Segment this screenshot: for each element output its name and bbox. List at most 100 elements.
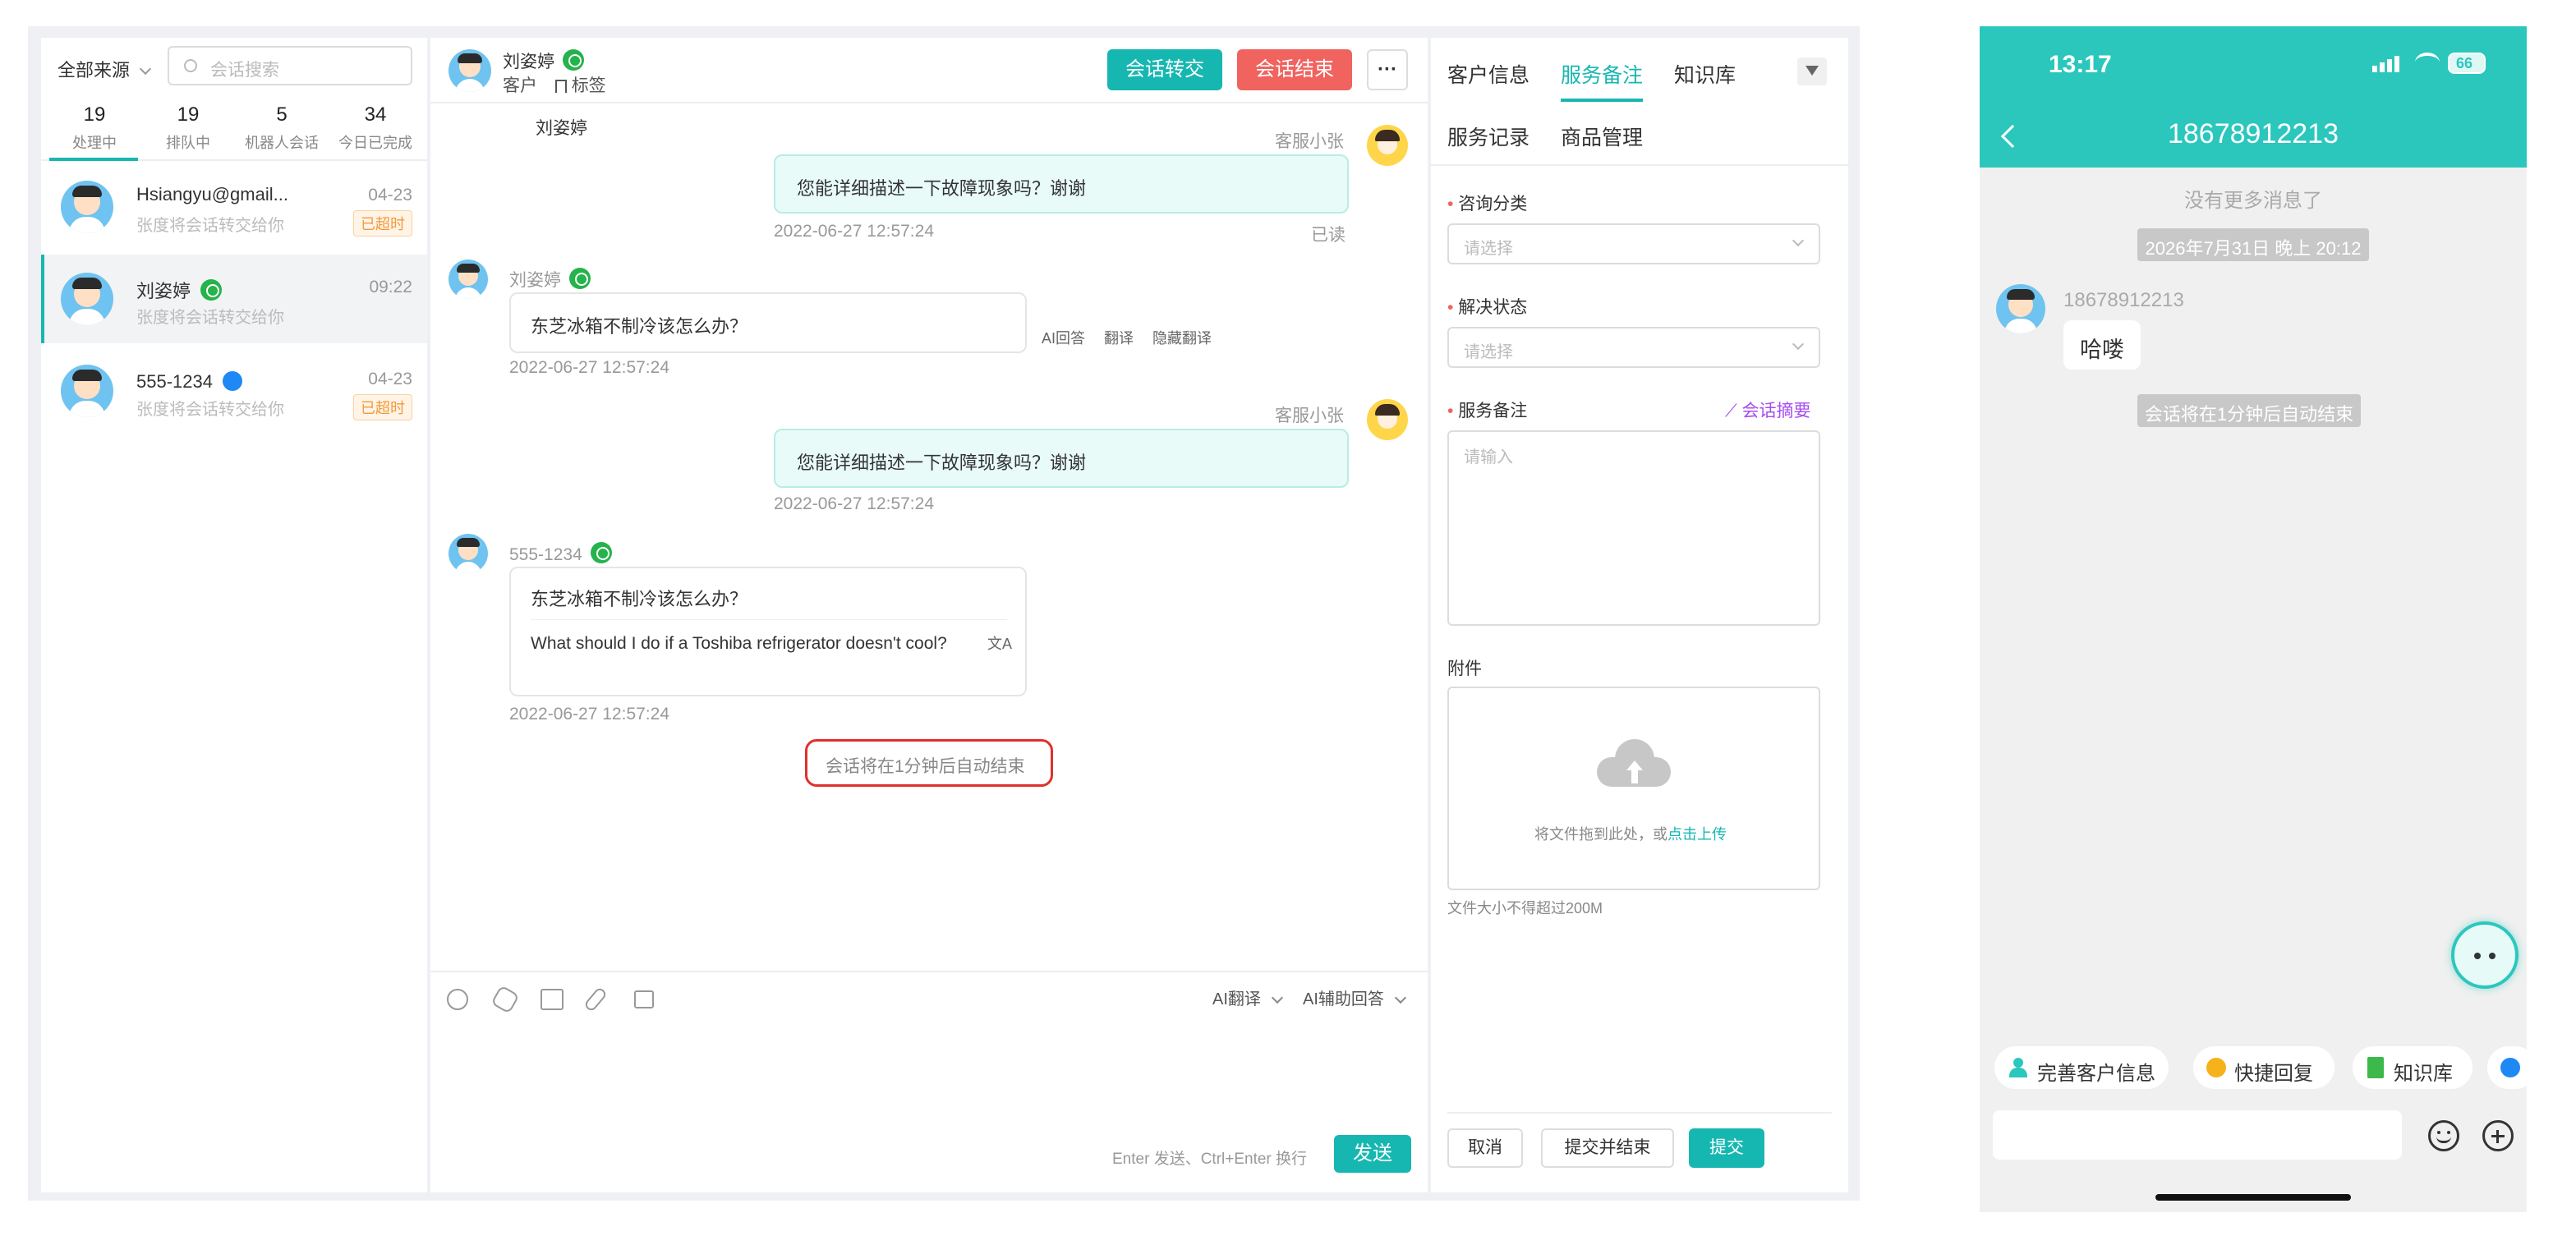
message-time: 2022-06-27 12:57:24 [509,358,669,377]
agent-message-bubble: 您能详细描述一下故障现象吗？谢谢 [774,154,1349,214]
chat-panel: 刘姿婷 客户 标签 会话转交 会话结束 ··· 刘姿婷 客服小张 您能详细描述一… [430,38,1428,1192]
sender-row: 555-1234 [509,539,612,565]
submit-button[interactable]: 提交 [1689,1128,1764,1168]
search-icon [184,59,197,72]
upload-link[interactable]: 点击上传 [1668,826,1727,843]
chat-icon [2206,1058,2226,1077]
status-label: 解决状态 [1458,298,1528,317]
message-input[interactable] [447,1027,1408,1125]
ai-answer-link[interactable]: AI回答 [1042,330,1085,347]
quick-action-knowledge[interactable]: 知识库 [2353,1046,2472,1089]
filter-icon[interactable] [1797,57,1827,85]
tab-customer-info[interactable]: 客户信息 [1447,59,1530,89]
plus-icon[interactable] [2482,1120,2514,1151]
conversation-item[interactable]: 刘姿婷 张度将会话转交给你 09:22 [41,255,427,343]
image-icon[interactable] [540,989,564,1010]
emoji-icon[interactable] [2428,1120,2459,1151]
conversation-name-row: 刘姿婷 [136,276,223,303]
hide-translation-link[interactable]: 隐藏翻译 [1152,330,1212,347]
status-select[interactable]: 请选择 [1447,327,1820,368]
date-chip-text: 2026年7月31日 晚上 20:12 [2145,238,2362,259]
book-icon [2367,1057,2384,1078]
customer-name-row: 刘姿婷 [503,46,584,73]
note-placeholder: 请输入 [1464,448,1513,466]
quick-action-complete-info[interactable]: 完善客户信息 [1994,1046,2169,1089]
sticker-icon[interactable] [490,985,520,1014]
chevron-down-icon [140,62,152,76]
customer-message-bubble: 东芝冰箱不制冷该怎么办？ What should I do if a Toshi… [509,567,1027,696]
mobile-sender-name: 18678912213 [2063,289,2184,311]
active-tab-underline [1561,99,1643,102]
auto-end-text: 会话将在1分钟后自动结束 [826,757,1025,776]
agent-avatar [1367,125,1408,166]
tab-product-management[interactable]: 商品管理 [1561,122,1643,151]
agent-name: 客服小张 [1275,407,1344,425]
emoji-icon[interactable] [447,989,468,1010]
timeout-badge: 已超时 [353,394,412,420]
translated-text: What should I do if a Toshiba refrigerat… [531,634,947,653]
service-panel: 客户信息 服务备注 知识库 服务记录 商品管理 • 咨询分类 请选择 • 解决状… [1431,38,1848,1192]
assistant-bubble-icon[interactable] [2451,921,2518,989]
category-select[interactable]: 请选择 [1447,223,1820,264]
attachment-label: 附件 [1447,659,1482,678]
conversation-time: 04-23 [368,370,412,388]
avatar [61,273,113,325]
message-actions: AI回答 翻译 隐藏翻译 [1042,327,1212,348]
note-textarea[interactable]: 请输入 [1447,430,1820,626]
stat-done[interactable]: 34 今日已完成 [330,103,421,153]
active-tab-underline [49,158,138,161]
tab-service-notes[interactable]: 服务备注 [1561,59,1643,89]
attachment-icon[interactable] [582,986,609,1013]
quick-action-bar: 完善客户信息 快捷回复 知识库 [1980,1041,2527,1092]
stat-number: 19 [83,103,106,126]
message-text: 东芝冰箱不制冷该怎么办？ [531,589,748,609]
tab-service-records[interactable]: 服务记录 [1447,122,1530,151]
stat-processing[interactable]: 19 处理中 [49,103,140,153]
quick-action-more[interactable] [2487,1046,2527,1089]
source-filter-label: 全部来源 [58,60,131,80]
tag-button[interactable]: 标签 [554,76,606,95]
more-button[interactable]: ··· [1367,49,1408,90]
translate-icon[interactable]: 文A [987,632,1012,654]
tag-label: 标签 [571,76,606,95]
summary-link[interactable]: ⟋ 会话摘要 [1725,397,1811,422]
file-size-hint: 文件大小不得超过200M [1447,900,1603,917]
category-placeholder: 请选择 [1464,240,1513,258]
source-filter[interactable]: 全部来源 [58,56,152,82]
bookmark-icon [554,80,567,93]
stat-label: 排队中 [166,135,210,151]
upload-text: 将文件拖到此处，或 [1534,826,1668,843]
date-chip: 2026年7月31日 晚上 20:12 [2137,228,2369,261]
note-label-row: • 服务备注 [1447,402,1528,420]
cloud-upload-icon [1597,736,1671,787]
submit-and-end-button[interactable]: 提交并结束 [1541,1128,1674,1168]
stat-robot[interactable]: 5 机器人会话 [237,103,327,153]
stat-queue[interactable]: 19 排队中 [143,103,233,153]
chevron-down-icon [1395,991,1407,1004]
avatar [1996,284,2045,333]
search-input[interactable]: 会话搜索 [168,46,412,85]
ai-assist-dropdown[interactable]: AI辅助回答 [1303,985,1407,1009]
mobile-auto-end-chip: 会话将在1分钟后自动结束 [2137,394,2361,427]
tabs-divider [1431,164,1848,166]
conversation-item[interactable]: 555-1234 张度将会话转交给你 04-23 已超时 [41,347,427,435]
no-more-messages: 没有更多消息了 [2184,190,2322,212]
video-icon[interactable] [634,990,654,1008]
avatar [61,181,113,233]
tab-knowledge-base[interactable]: 知识库 [1674,59,1736,89]
transfer-button[interactable]: 会话转交 [1107,49,1222,90]
send-button[interactable]: 发送 [1334,1135,1411,1173]
quick-action-quick-reply[interactable]: 快捷回复 [2193,1046,2334,1089]
translation-divider [531,619,1007,620]
conversation-name-row: 555-1234 [136,368,243,393]
cancel-button[interactable]: 取消 [1447,1128,1523,1168]
conversation-item[interactable]: Hsiangyu@gmail... 张度将会话转交给你 04-23 已超时 [41,163,427,251]
upload-dropzone[interactable]: 将文件拖到此处，或点击上传 [1447,687,1820,890]
stat-number: 19 [177,103,200,126]
upload-text-row: 将文件拖到此处，或点击上传 [1534,823,1727,844]
translate-link[interactable]: 翻译 [1104,330,1134,347]
end-session-button[interactable]: 会话结束 [1237,49,1352,90]
ai-translate-dropdown[interactable]: AI翻译 [1212,985,1284,1009]
agent-avatar [1367,399,1408,440]
mobile-message-input[interactable] [1993,1110,2402,1160]
